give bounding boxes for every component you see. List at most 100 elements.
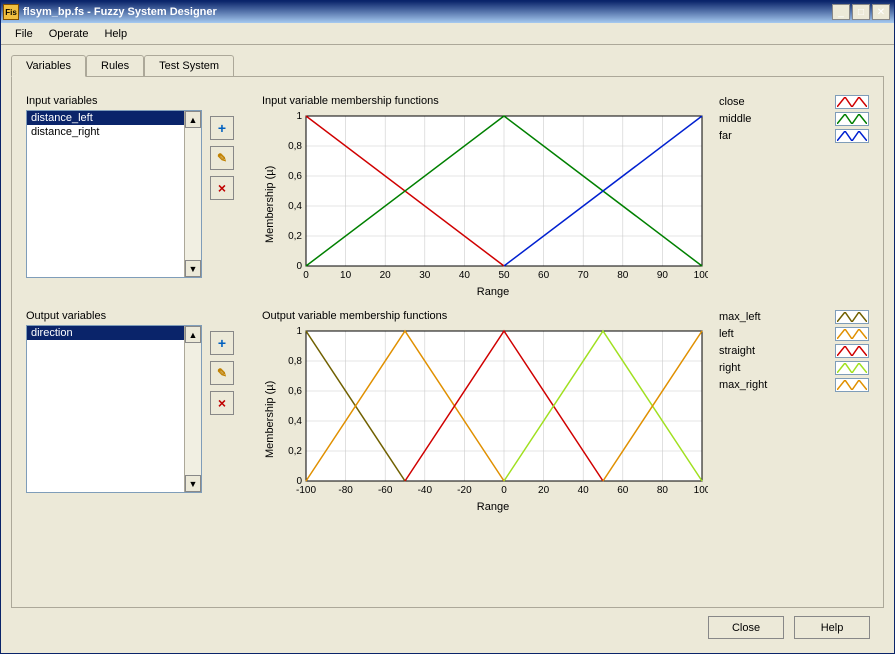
svg-text:-60: -60: [378, 485, 393, 496]
legend-mark: [835, 378, 869, 392]
output-variables-listbox[interactable]: direction ▲ ▼: [26, 325, 202, 493]
legend-mark: [835, 361, 869, 375]
legend-row: far: [719, 129, 869, 143]
legend-label: right: [719, 362, 740, 374]
window-title: flsym_bp.fs - Fuzzy System Designer: [23, 6, 832, 18]
help-button[interactable]: Help: [794, 616, 870, 639]
tab-test-system[interactable]: Test System: [144, 55, 234, 77]
menu-file[interactable]: File: [7, 25, 41, 43]
svg-text:80: 80: [657, 485, 669, 496]
scrollbar[interactable]: ▲ ▼: [184, 326, 201, 492]
svg-text:20: 20: [380, 270, 392, 281]
delete-output-button[interactable]: ×: [210, 391, 234, 415]
list-item[interactable]: distance_right: [27, 125, 184, 139]
menu-help[interactable]: Help: [96, 25, 135, 43]
input-chart-ylabel: Membership (µ): [262, 110, 278, 298]
svg-text:70: 70: [578, 270, 590, 281]
minimize-button[interactable]: _: [832, 4, 850, 20]
svg-text:80: 80: [617, 270, 629, 281]
svg-text:10: 10: [340, 270, 352, 281]
svg-text:0,4: 0,4: [288, 201, 302, 212]
app-window: Fis flsym_bp.fs - Fuzzy System Designer …: [0, 0, 895, 654]
scrollbar[interactable]: ▲ ▼: [184, 111, 201, 277]
output-variables-label: Output variables: [26, 310, 202, 322]
input-variables-listbox[interactable]: distance_left distance_right ▲ ▼: [26, 110, 202, 278]
svg-text:60: 60: [538, 270, 550, 281]
svg-text:40: 40: [459, 270, 471, 281]
legend-label: close: [719, 96, 745, 108]
svg-text:0,2: 0,2: [288, 446, 302, 457]
legend-row: left: [719, 327, 869, 341]
menu-operate[interactable]: Operate: [41, 25, 97, 43]
legend-label: middle: [719, 113, 751, 125]
svg-text:30: 30: [419, 270, 431, 281]
edit-output-button[interactable]: ✎: [210, 361, 234, 385]
list-item[interactable]: distance_left: [27, 111, 184, 125]
svg-text:-40: -40: [418, 485, 433, 496]
output-chart-ylabel: Membership (µ): [262, 325, 278, 513]
close-window-button[interactable]: ✕: [872, 4, 890, 20]
legend-mark: [835, 112, 869, 126]
svg-text:0,6: 0,6: [288, 386, 302, 397]
svg-text:0: 0: [296, 261, 302, 272]
legend-label: far: [719, 130, 732, 142]
svg-text:60: 60: [617, 485, 629, 496]
input-legend: close middle far: [719, 95, 869, 298]
edit-input-button[interactable]: ✎: [210, 146, 234, 170]
svg-text:0: 0: [501, 485, 507, 496]
svg-text:0,4: 0,4: [288, 416, 302, 427]
legend-row: right: [719, 361, 869, 375]
svg-text:20: 20: [538, 485, 550, 496]
add-input-button[interactable]: +: [210, 116, 234, 140]
input-chart: 0 10 20 30 40 50 60 70 80 90 100 0 0,2 0,4 0,6 0,8 1: [278, 110, 708, 286]
legend-label: left: [719, 328, 734, 340]
tabs: Variables Rules Test System: [11, 55, 884, 77]
legend-mark: [835, 129, 869, 143]
svg-text:-20: -20: [457, 485, 472, 496]
legend-mark: [835, 310, 869, 324]
legend-row: close: [719, 95, 869, 109]
legend-mark: [835, 344, 869, 358]
svg-text:0,8: 0,8: [288, 356, 302, 367]
svg-text:0,2: 0,2: [288, 231, 302, 242]
list-item[interactable]: direction: [27, 326, 184, 340]
legend-row: straight: [719, 344, 869, 358]
svg-text:1: 1: [296, 111, 302, 122]
svg-text:100: 100: [694, 485, 708, 496]
svg-text:0,6: 0,6: [288, 171, 302, 182]
legend-row: middle: [719, 112, 869, 126]
close-button[interactable]: Close: [708, 616, 784, 639]
svg-text:0,8: 0,8: [288, 141, 302, 152]
maximize-button[interactable]: □: [852, 4, 870, 20]
svg-text:90: 90: [657, 270, 669, 281]
legend-row: max_left: [719, 310, 869, 324]
output-chart-xlabel: Range: [278, 501, 708, 513]
svg-text:40: 40: [578, 485, 590, 496]
legend-label: max_right: [719, 379, 767, 391]
scroll-down-icon[interactable]: ▼: [185, 260, 201, 277]
output-legend: max_left left straight right max_right: [719, 310, 869, 513]
input-variables-label: Input variables: [26, 95, 202, 107]
titlebar[interactable]: Fis flsym_bp.fs - Fuzzy System Designer …: [1, 1, 894, 23]
svg-text:50: 50: [498, 270, 510, 281]
svg-text:100: 100: [694, 270, 708, 281]
input-chart-title: Input variable membership functions: [262, 95, 709, 107]
input-chart-xlabel: Range: [278, 286, 708, 298]
tab-panel-variables: Input variables distance_left distance_r…: [11, 76, 884, 608]
tab-rules[interactable]: Rules: [86, 55, 144, 77]
svg-text:1: 1: [296, 326, 302, 337]
legend-mark: [835, 95, 869, 109]
output-chart-title: Output variable membership functions: [262, 310, 709, 322]
svg-text:0: 0: [296, 476, 302, 487]
delete-input-button[interactable]: ×: [210, 176, 234, 200]
svg-text:0: 0: [303, 270, 309, 281]
legend-label: max_left: [719, 311, 761, 323]
menubar: File Operate Help: [1, 23, 894, 45]
scroll-down-icon[interactable]: ▼: [185, 475, 201, 492]
add-output-button[interactable]: +: [210, 331, 234, 355]
scroll-up-icon[interactable]: ▲: [185, 326, 201, 343]
svg-text:-80: -80: [338, 485, 353, 496]
legend-row: max_right: [719, 378, 869, 392]
scroll-up-icon[interactable]: ▲: [185, 111, 201, 128]
tab-variables[interactable]: Variables: [11, 55, 86, 77]
